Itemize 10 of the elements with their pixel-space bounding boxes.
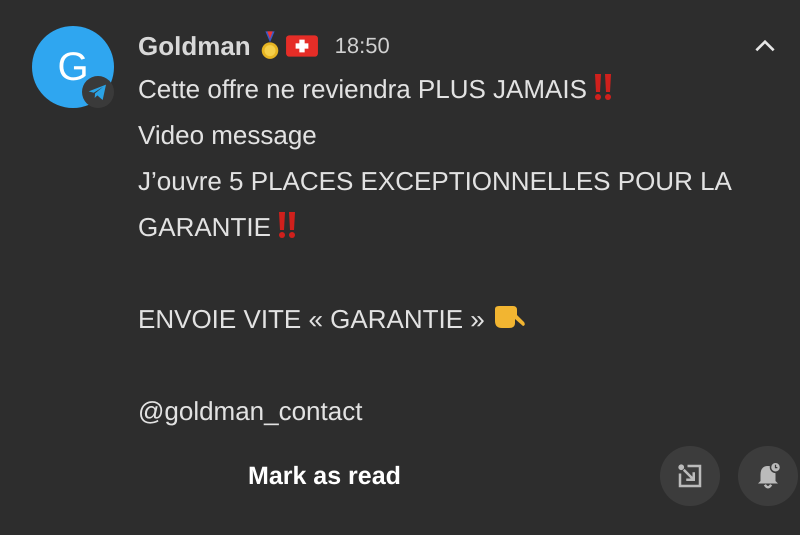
message-text: GARANTIE	[138, 212, 271, 242]
message-text: J’ouvre 5 PLACES EXCEPTIONNELLES POUR LA	[138, 166, 732, 196]
flag-icon	[284, 33, 319, 59]
message-text: ENVOIE VITE « GARANTIE »	[138, 304, 485, 334]
time-label: 18:50	[334, 33, 390, 59]
message-text: @goldman_contact	[138, 396, 362, 426]
message-text: Video message	[138, 120, 317, 150]
sender-name: Goldman	[138, 30, 251, 62]
mark-as-read-button[interactable]: Mark as read	[234, 454, 415, 498]
message-text: Cette offre ne reviendra PLUS JAMAIS	[138, 74, 587, 104]
